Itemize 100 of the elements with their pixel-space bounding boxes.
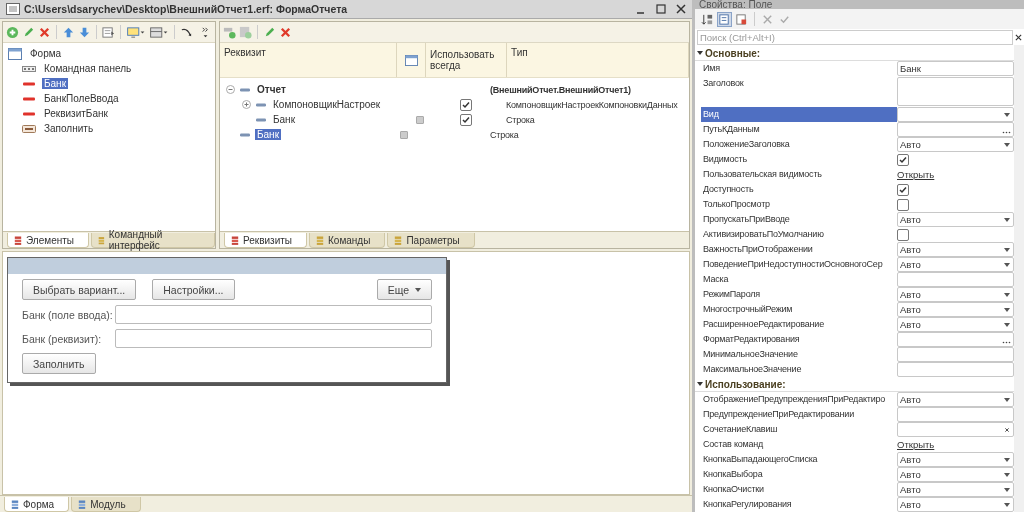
filter-icon[interactable] [735, 12, 748, 26]
property-field[interactable] [897, 422, 1014, 437]
close-icon[interactable] [676, 4, 686, 14]
property-name[interactable]: КнопкаВыпадающегоСписка [701, 452, 897, 467]
monitor-dropdown-icon[interactable] [126, 25, 146, 39]
column-header[interactable]: Реквизит [224, 47, 266, 58]
maximize-icon[interactable] [656, 4, 666, 14]
property-name[interactable]: РасширенноеРедактирование [701, 317, 897, 332]
checkbox[interactable] [460, 98, 472, 111]
tab[interactable]: Элементы [7, 233, 89, 248]
property-dropdown[interactable]: Авто [897, 212, 1014, 227]
checkbox[interactable] [897, 183, 909, 196]
attribute-name[interactable]: Банк [271, 114, 298, 125]
property-field[interactable]: Банк [897, 61, 1014, 76]
checkbox[interactable] [897, 153, 909, 166]
attribute-name[interactable]: Отчет [255, 84, 288, 95]
open-link[interactable]: Открыть [897, 439, 935, 450]
tree-item[interactable]: Командная панель [42, 63, 134, 74]
input-field[interactable] [115, 329, 432, 348]
delete-icon[interactable] [38, 25, 51, 39]
property-name[interactable]: КнопкаОчистки [701, 482, 897, 497]
search-field[interactable]: Поиск (Ctrl+Alt+I) [697, 29, 1013, 45]
property-name[interactable]: АктивизироватьПоУмолчанию [701, 227, 897, 242]
tree-item[interactable]: РеквизитБанк [42, 108, 110, 119]
property-name[interactable]: ПропускатьПриВводе [701, 212, 897, 227]
category-icon[interactable] [718, 12, 731, 26]
property-field[interactable] [897, 347, 1014, 362]
property-name[interactable]: МногострочныйРежим [701, 302, 897, 317]
panel-dropdown-icon[interactable] [149, 25, 169, 39]
collapse-icon[interactable] [697, 50, 703, 56]
checkbox[interactable] [897, 228, 909, 241]
column-header[interactable]: Использовать всегда [430, 49, 502, 71]
tree-item[interactable]: БанкПолеВвода [42, 93, 121, 104]
close-icon[interactable] [1015, 33, 1022, 41]
property-field[interactable] [897, 122, 1014, 137]
expand-icon[interactable] [242, 100, 251, 109]
property-dropdown[interactable]: Авто [897, 392, 1014, 407]
property-name[interactable]: Вид [701, 107, 897, 122]
property-field[interactable] [897, 362, 1014, 377]
property-name[interactable]: СочетаниеКлавиш [701, 422, 897, 437]
property-dropdown[interactable]: Авто [897, 257, 1014, 272]
tab[interactable]: Параметры [387, 233, 475, 248]
property-dropdown[interactable]: Авто [897, 242, 1014, 257]
property-field[interactable] [897, 332, 1014, 347]
property-name[interactable]: МинимальноеЗначение [701, 347, 897, 362]
tree-item[interactable]: Банк [42, 78, 69, 89]
property-field[interactable] [897, 272, 1014, 287]
add-attribute-icon[interactable] [223, 25, 236, 39]
input-field[interactable] [115, 305, 432, 324]
property-name[interactable]: Состав команд [701, 437, 897, 452]
tab[interactable]: Реквизиты [224, 233, 307, 248]
property-name[interactable]: Видимость [701, 152, 897, 167]
property-name[interactable]: Заголовок [701, 76, 897, 91]
attribute-name[interactable]: КомпоновщикНастроек [271, 99, 383, 110]
property-name[interactable]: КнопкаВыбора [701, 467, 897, 482]
add-icon[interactable] [6, 25, 19, 39]
property-name[interactable]: МаксимальноеЗначение [701, 362, 897, 377]
property-name[interactable]: Имя [701, 61, 897, 76]
collapse-icon[interactable] [697, 381, 703, 387]
checkbox[interactable] [460, 113, 472, 126]
property-dropdown[interactable]: Авто [897, 467, 1014, 482]
property-field[interactable] [897, 407, 1014, 422]
more-button[interactable]: Еще [376, 279, 432, 300]
attribute-name[interactable]: Банк [255, 129, 282, 140]
property-dropdown[interactable]: Авто [897, 137, 1014, 152]
property-name[interactable]: ПоведениеПриНедоступностиОсновногоСер [701, 257, 897, 272]
property-name[interactable]: РежимПароля [701, 287, 897, 302]
property-name[interactable]: ПоложениеЗаголовка [701, 137, 897, 152]
property-dropdown[interactable]: Авто [897, 452, 1014, 467]
form-button[interactable]: Настройки... [152, 279, 235, 300]
property-name[interactable]: ТолькоПросмотр [701, 197, 897, 212]
property-dropdown[interactable]: Авто [897, 497, 1014, 512]
pencil-icon[interactable] [263, 25, 276, 39]
column-header[interactable]: Тип [511, 47, 528, 58]
tab[interactable]: Форма [4, 497, 70, 512]
tree-item[interactable]: Заполнить [42, 123, 96, 134]
property-name[interactable]: ПутьКДанным [701, 122, 897, 137]
form-button[interactable]: Выбрать вариант... [22, 279, 137, 300]
property-name[interactable]: ОтображениеПредупрежденияПриРедактиро [701, 392, 897, 407]
pencil-icon[interactable] [22, 25, 35, 39]
tree-item[interactable]: Форма [28, 48, 64, 59]
property-name[interactable]: Маска [701, 272, 897, 287]
arrow-down-icon[interactable] [78, 25, 91, 39]
property-dropdown[interactable]: Авто [897, 287, 1014, 302]
property-dropdown[interactable]: Авто [897, 317, 1014, 332]
tab[interactable]: Модуль [71, 497, 141, 512]
property-name[interactable]: Доступность [701, 182, 897, 197]
open-link[interactable]: Открыть [897, 169, 935, 180]
property-name[interactable]: ФорматРедактирования [701, 332, 897, 347]
arrow-up-icon[interactable] [62, 25, 75, 39]
property-name[interactable]: КнопкаРегулирования [701, 497, 897, 512]
tab[interactable]: Команды [309, 233, 386, 248]
fill-button[interactable]: Заполнить [22, 353, 96, 374]
form-layout-icon[interactable] [102, 25, 115, 39]
property-field[interactable] [897, 77, 1014, 106]
checkbox[interactable] [897, 198, 909, 211]
property-name[interactable]: ПредупреждениеПриРедактировании [701, 407, 897, 422]
property-dropdown[interactable]: Авто [897, 482, 1014, 497]
property-dropdown[interactable]: Авто [897, 302, 1014, 317]
delete-icon[interactable] [279, 25, 292, 39]
